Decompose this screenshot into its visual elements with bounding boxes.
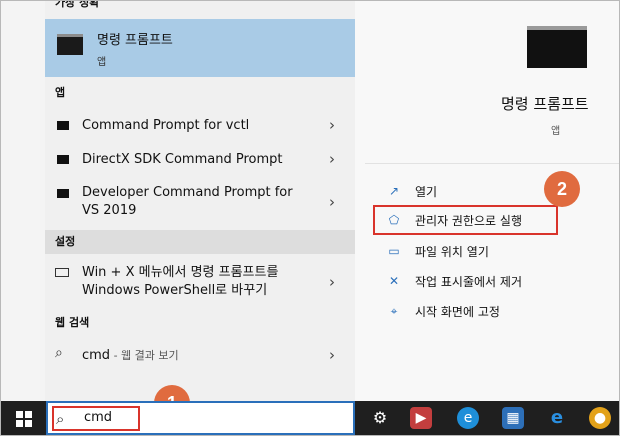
action-label: 작업 표시줄에서 제거: [415, 275, 522, 289]
action-label: 파일 위치 열기: [415, 245, 489, 259]
list-item-directx-sdk[interactable]: DirectX SDK Command Prompt ›: [45, 149, 355, 171]
callout-badge-2: 2: [544, 171, 580, 207]
settings-header: 설정: [45, 230, 355, 254]
video-app-icon[interactable]: ▶: [410, 407, 432, 429]
action-unpin-taskbar[interactable]: ✕ 작업 표시줄에서 제거: [387, 272, 607, 292]
cmd-small-icon: [57, 155, 69, 164]
cmd-large-icon: [527, 26, 587, 68]
chevron-right-icon[interactable]: ›: [329, 150, 335, 168]
chrome-icon[interactable]: ●: [589, 407, 611, 429]
web-search-text: cmd - 웹 결과 보기: [82, 347, 322, 365]
app-label: Command Prompt for vctl: [82, 118, 250, 133]
open-icon: ↗: [388, 184, 400, 198]
best-match-subtitle: 앱: [97, 57, 107, 68]
apps-header: 앱: [55, 86, 66, 99]
unpin-icon: ✕: [388, 274, 400, 288]
cmd-small-icon: [57, 121, 69, 130]
calendar-app-icon[interactable]: ▦: [502, 407, 524, 429]
keyboard-icon: [55, 268, 69, 277]
action-label: 열기: [415, 185, 438, 199]
app-label: Developer Command Prompt for VS 2019: [82, 185, 293, 218]
callout-highlight-run-as-admin: [373, 205, 558, 235]
app-title: 명령 프롬프트: [501, 95, 589, 113]
web-query: cmd: [82, 348, 111, 363]
callout-highlight-search: [52, 406, 140, 431]
folder-icon: ▭: [388, 244, 400, 258]
list-item-settings-winx[interactable]: Win + X 메뉴에서 명령 프롬프트를 Windows PowerShell…: [45, 263, 355, 303]
best-match-title: 명령 프롬프트: [97, 33, 173, 48]
chevron-right-icon[interactable]: ›: [329, 193, 335, 211]
search-icon: ⌕: [55, 345, 63, 361]
gear-icon[interactable]: ⚙: [369, 407, 391, 429]
app-subtitle: 앱: [551, 126, 561, 137]
app-label: DirectX SDK Command Prompt: [82, 152, 283, 167]
pin-icon: ⌖: [390, 304, 398, 318]
action-open-file-location[interactable]: ▭ 파일 위치 열기: [387, 242, 607, 262]
windows-start-icon[interactable]: [16, 411, 32, 427]
chevron-right-icon[interactable]: ›: [329, 116, 335, 134]
best-match-header: 가장 정확: [55, 0, 100, 9]
edge-icon[interactable]: e: [457, 407, 479, 429]
desktop-strip: [1, 1, 46, 401]
list-item-web-search[interactable]: ⌕ cmd - 웹 결과 보기 ›: [45, 345, 355, 367]
list-item-developer-command-prompt[interactable]: Developer Command Prompt for VS 2019 ›: [45, 183, 355, 223]
taskbar-search-box[interactable]: ⌕ cmd: [46, 401, 355, 435]
list-item-command-prompt-vctl[interactable]: Command Prompt for vctl ›: [45, 115, 355, 137]
action-label: 시작 화면에 고정: [415, 305, 500, 319]
taskbar: ⌕ cmd ⚙ ▶ e ▦ e ●: [1, 401, 619, 435]
search-results-panel: 가장 정확 명령 프롬프트 앱 앱 Command Prompt for vct…: [45, 1, 355, 401]
action-pin-start[interactable]: ⌖ 시작 화면에 고정: [387, 302, 607, 322]
settings-label: Win + X 메뉴에서 명령 프롬프트를 Windows PowerShell…: [82, 265, 279, 298]
internet-explorer-icon[interactable]: e: [546, 407, 568, 429]
cmd-small-icon: [57, 189, 69, 198]
best-match-item[interactable]: 명령 프롬프트 앱: [45, 19, 355, 77]
chevron-right-icon[interactable]: ›: [329, 273, 335, 291]
chevron-right-icon[interactable]: ›: [329, 346, 335, 364]
app-details-panel: 명령 프롬프트 앱 ↗ 열기 ⬠ 관리자 권한으로 실행 ▭ 파일 위치 열기 …: [355, 1, 619, 401]
web-search-header: 웹 검색: [55, 316, 90, 329]
web-suffix: - 웹 결과 보기: [110, 349, 179, 362]
window: 가장 정확 명령 프롬프트 앱 앱 Command Prompt for vct…: [0, 0, 620, 436]
cmd-app-icon: [57, 34, 83, 55]
